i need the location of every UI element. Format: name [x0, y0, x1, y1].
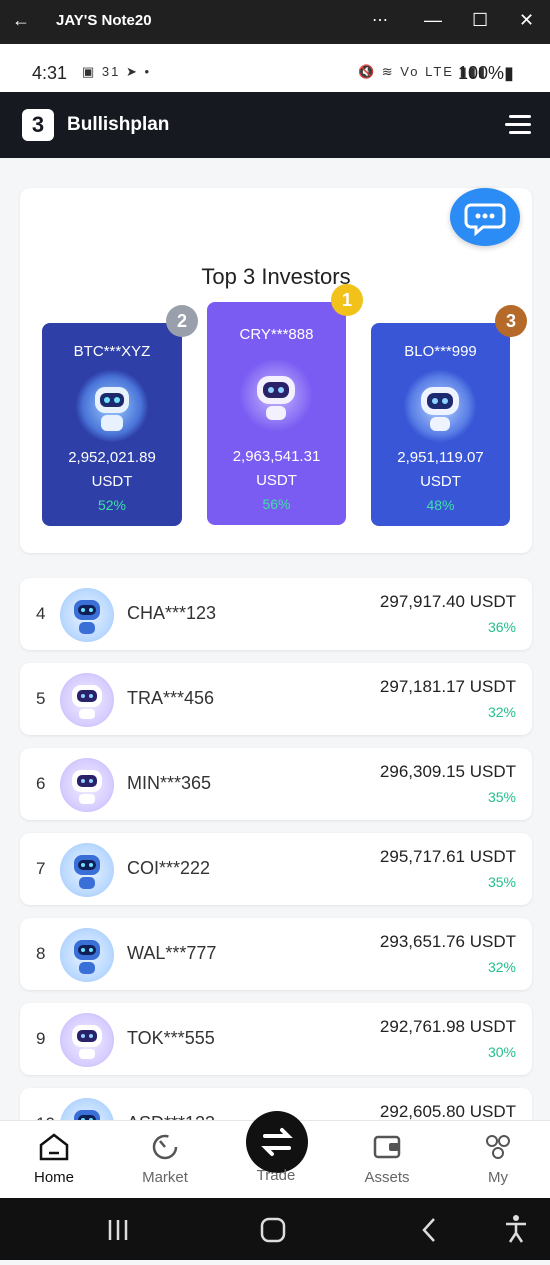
trade-button[interactable]: [246, 1111, 308, 1173]
nav-my[interactable]: My: [458, 1131, 538, 1186]
row-percent: 30%: [487, 1044, 516, 1060]
podium-name: CRY***888: [239, 326, 314, 343]
row-amount: 297,181.17 USDT: [379, 677, 516, 696]
nav-home-label: Home: [33, 1169, 74, 1186]
robot-avatar-icon: [60, 928, 114, 982]
row-percent: 32%: [487, 959, 516, 975]
podium-rank-1[interactable]: CRY***888 2,963,541.31 USDT 56% 1: [207, 284, 363, 525]
app-brand: Bullishplan: [67, 114, 170, 135]
row-rank: 8: [36, 944, 46, 963]
row-percent: 36%: [487, 619, 516, 635]
minimize-icon[interactable]: —: [424, 10, 442, 31]
chat-button[interactable]: [450, 188, 520, 246]
accessibility-icon[interactable]: [506, 1215, 526, 1243]
ranking-row[interactable]: 4 CHA***123 297,917.40 USDT 36%: [20, 578, 532, 650]
ranking-content[interactable]: Top 3 Investors BTC***XYZ 2,952,021.89 U…: [0, 158, 550, 1170]
nav-market-label: Market: [142, 1169, 188, 1186]
podium-percent: 56%: [262, 496, 291, 512]
menu-icon[interactable]: [505, 113, 531, 137]
row-rank: 9: [36, 1029, 46, 1048]
row-name: TOK***555: [127, 1028, 215, 1048]
robot-avatar-icon: [60, 673, 114, 727]
row-amount: 297,917.40 USDT: [379, 592, 516, 611]
podium-name: BLO***999: [404, 343, 477, 360]
robot-avatar-icon: [239, 358, 313, 432]
market-icon: [152, 1134, 178, 1160]
robot-avatar-icon: [60, 1013, 114, 1067]
battery-level: 100%▮: [458, 63, 514, 83]
podium-amount: 2,952,021.89: [68, 449, 156, 466]
robot-avatar-icon: [60, 758, 114, 812]
robot-avatar-icon: [60, 843, 114, 897]
row-rank: 4: [36, 604, 46, 623]
podium-amount: 2,963,541.31: [232, 448, 321, 465]
row-amount: 295,717.61 USDT: [379, 847, 516, 866]
row-rank: 6: [36, 774, 46, 793]
podium-name: BTC***XYZ: [73, 343, 151, 360]
status-time: 4:31: [32, 63, 68, 83]
ranking-row[interactable]: 9 TOK***555 292,761.98 USDT 30%: [20, 1003, 532, 1075]
profile-icon: [486, 1135, 510, 1159]
podium-unit: USDT: [91, 473, 133, 490]
robot-avatar-icon: [403, 369, 477, 443]
silver-medal-icon: 2: [166, 305, 198, 337]
app-header: 3 Bullishplan: [0, 92, 550, 158]
swap-arrows-icon: [261, 1128, 293, 1156]
section-title: Top 3 Investors: [201, 264, 351, 289]
row-name: COI***222: [127, 858, 211, 878]
wallet-icon: [373, 1135, 401, 1159]
system-nav-bar: [0, 1198, 550, 1260]
window-title: JAY'S Note20: [56, 12, 152, 29]
ranking-row[interactable]: 6 MIN***365 296,309.15 USDT 35%: [20, 748, 532, 820]
maximize-icon[interactable]: ☐: [472, 10, 488, 31]
robot-avatar-icon: [75, 369, 149, 443]
podium-percent: 52%: [97, 497, 127, 513]
row-name: MIN***365: [127, 773, 212, 793]
row-name: TRA***456: [127, 688, 215, 708]
ranking-row[interactable]: 8 WAL***777 293,651.76 USDT 32%: [20, 918, 532, 990]
app-logo[interactable]: 3: [22, 109, 54, 141]
podium-amount: 2,951,119.07: [397, 449, 484, 466]
robot-avatar-icon: [60, 588, 114, 642]
row-amount: 293,651.76 USDT: [379, 932, 516, 951]
podium-rank-3[interactable]: BLO***999 2,951,119.07 USDT 48% 3: [371, 305, 527, 526]
nav-assets-label: Assets: [364, 1169, 410, 1186]
back-system-icon[interactable]: [422, 1218, 435, 1242]
home-system-icon[interactable]: [260, 1217, 286, 1243]
row-percent: 35%: [487, 789, 516, 805]
bronze-medal-icon: 3: [495, 305, 527, 337]
ranking-row[interactable]: 5 TRA***456 297,181.17 USDT 32%: [20, 663, 532, 735]
podium-unit: USDT: [420, 473, 461, 490]
close-icon[interactable]: ✕: [519, 10, 534, 31]
status-bar: 4:31 ▣ 31 ➤ • 🔇 ≋ Vo LTE ▮▮▮ 100%▮: [0, 44, 550, 92]
nav-home[interactable]: Home: [14, 1131, 94, 1186]
window-titlebar: ← JAY'S Note20 ⋯ — ☐ ✕: [0, 0, 550, 44]
back-arrow-icon[interactable]: ←: [12, 10, 30, 31]
nav-trade-label: Trade: [256, 1167, 296, 1184]
row-amount: 292,761.98 USDT: [379, 1017, 516, 1036]
nav-assets[interactable]: Assets: [347, 1131, 427, 1186]
row-name: WAL***777: [127, 943, 217, 963]
notification-icons: ▣ 31 ➤ •: [82, 64, 152, 79]
row-percent: 35%: [487, 874, 516, 890]
row-name: CHA***123: [127, 603, 217, 623]
row-rank: 5: [36, 689, 46, 708]
chat-bubble-icon: [464, 203, 506, 237]
podium-rank-2[interactable]: BTC***XYZ 2,952,021.89 USDT 52% 2: [42, 305, 198, 526]
home-icon: [39, 1133, 69, 1161]
recent-apps-icon[interactable]: [108, 1220, 128, 1240]
row-amount: 292,605.80 USDT: [379, 1102, 516, 1121]
gold-medal-icon: 1: [331, 284, 363, 316]
bottom-nav: Home Market Trade Assets My: [0, 1111, 550, 1199]
row-rank: 7: [36, 859, 46, 878]
row-amount: 296,309.15 USDT: [379, 762, 516, 781]
nav-my-label: My: [488, 1169, 508, 1186]
podium-unit: USDT: [256, 472, 297, 489]
ranking-row[interactable]: 7 COI***222 295,717.61 USDT 35%: [20, 833, 532, 905]
more-options-icon[interactable]: ⋯: [372, 10, 388, 30]
row-percent: 32%: [487, 704, 516, 720]
podium-percent: 48%: [426, 497, 455, 513]
nav-market[interactable]: Market: [125, 1131, 205, 1186]
